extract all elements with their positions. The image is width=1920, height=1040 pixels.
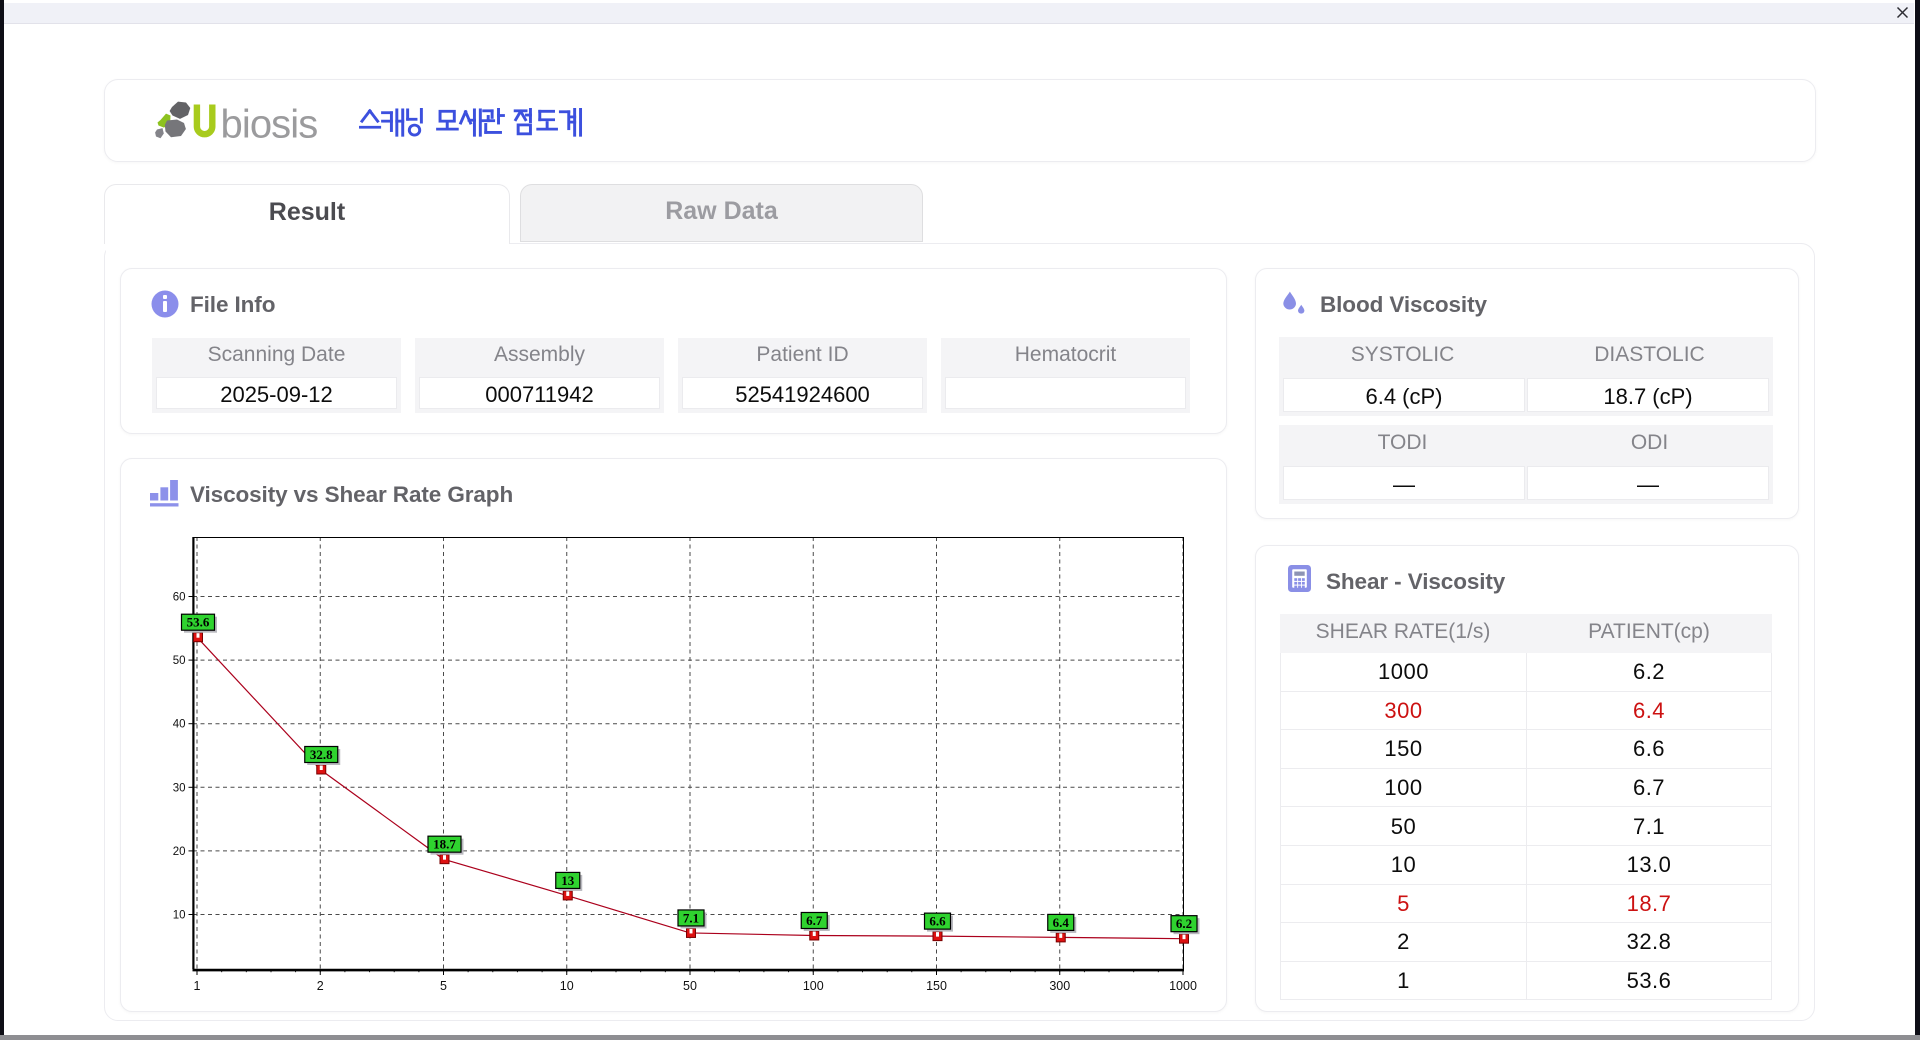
svg-text:6.6: 6.6	[929, 914, 946, 929]
svg-text:32.8: 32.8	[310, 747, 333, 762]
svg-text:60: 60	[173, 592, 186, 604]
svg-text:18.7: 18.7	[433, 837, 456, 852]
svg-text:100: 100	[803, 979, 824, 993]
svg-text:300: 300	[1049, 979, 1070, 993]
svg-text:5: 5	[440, 979, 447, 993]
svg-text:50: 50	[683, 979, 697, 993]
svg-text:2: 2	[317, 979, 324, 993]
svg-text:30: 30	[173, 782, 186, 794]
svg-text:1: 1	[194, 979, 201, 993]
svg-text:6.2: 6.2	[1176, 916, 1192, 931]
svg-text:1000: 1000	[1169, 979, 1197, 993]
svg-text:150: 150	[926, 979, 947, 993]
svg-text:40: 40	[173, 719, 186, 731]
svg-text:7.1: 7.1	[683, 910, 699, 925]
svg-text:6.7: 6.7	[806, 913, 823, 928]
svg-text:13: 13	[561, 873, 575, 888]
svg-text:20: 20	[173, 846, 186, 858]
svg-text:biosis: biosis	[221, 103, 318, 145]
svg-text:6.4: 6.4	[1053, 915, 1070, 930]
svg-text:10: 10	[560, 979, 574, 993]
svg-text:10: 10	[173, 910, 186, 922]
svg-text:53.6: 53.6	[187, 615, 210, 630]
svg-text:50: 50	[173, 655, 186, 667]
